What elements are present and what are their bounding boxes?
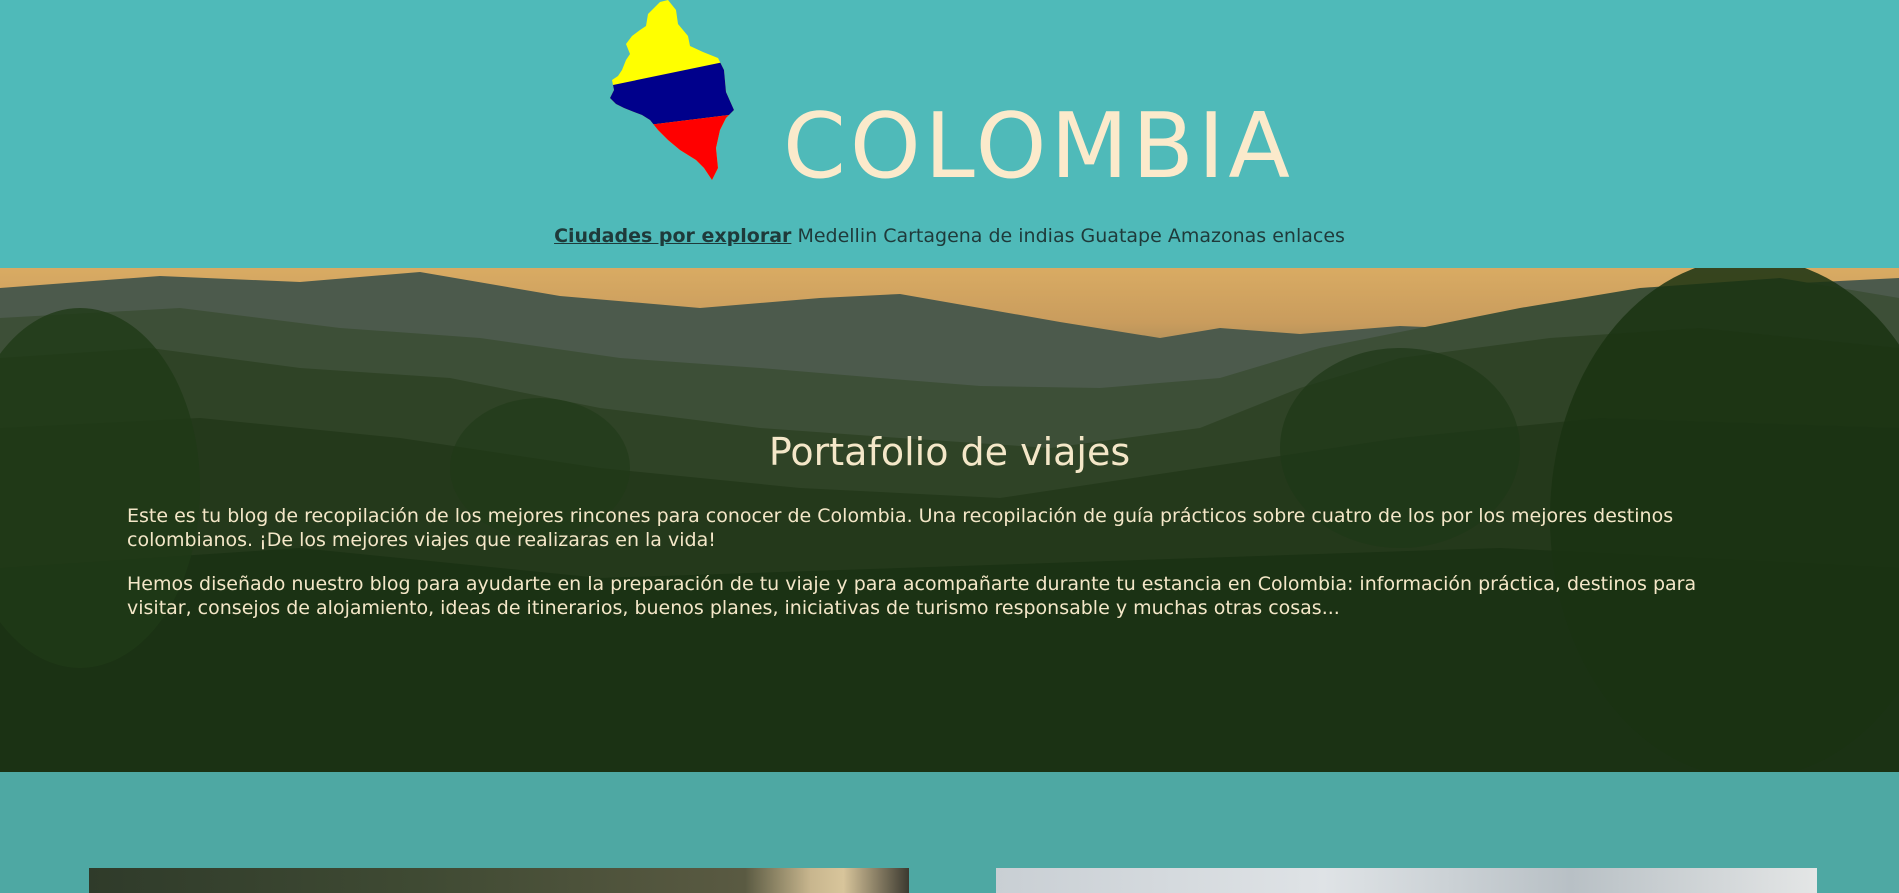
site-title: COLOMBIA (783, 94, 1294, 199)
nav-item-cartagena[interactable]: Cartagena de indias (883, 225, 1074, 247)
hero-intro-paragraph: Este es tu blog de recopilación de los m… (127, 505, 1674, 551)
nav-heading-link[interactable]: Ciudades por explorar (554, 225, 791, 247)
colombia-map-flag-icon (610, 0, 734, 180)
destination-card-image-cartagena[interactable] (996, 868, 1817, 893)
nav-item-guatape[interactable]: Guatape (1081, 225, 1162, 247)
nav-item-enlaces[interactable]: enlaces (1272, 225, 1345, 247)
destination-card-image-medellin[interactable] (89, 868, 909, 893)
nav-item-medellin[interactable]: Medellin (797, 225, 877, 247)
hero-title: Portafolio de viajes (768, 430, 1131, 474)
nav-item-amazonas[interactable]: Amazonas (1168, 225, 1266, 247)
site-header: COLOMBIA Ciudades por explorar Medellin … (0, 0, 1899, 268)
hero-banner: Portafolio de viajes Este es tu blog de … (0, 268, 1899, 772)
page: COLOMBIA Ciudades por explorar Medellin … (0, 0, 1899, 893)
main-nav: Ciudades por explorar Medellin Cartagena… (0, 224, 1899, 248)
hero-description-paragraph: Hemos diseñado nuestro blog para ayudart… (127, 573, 1697, 619)
